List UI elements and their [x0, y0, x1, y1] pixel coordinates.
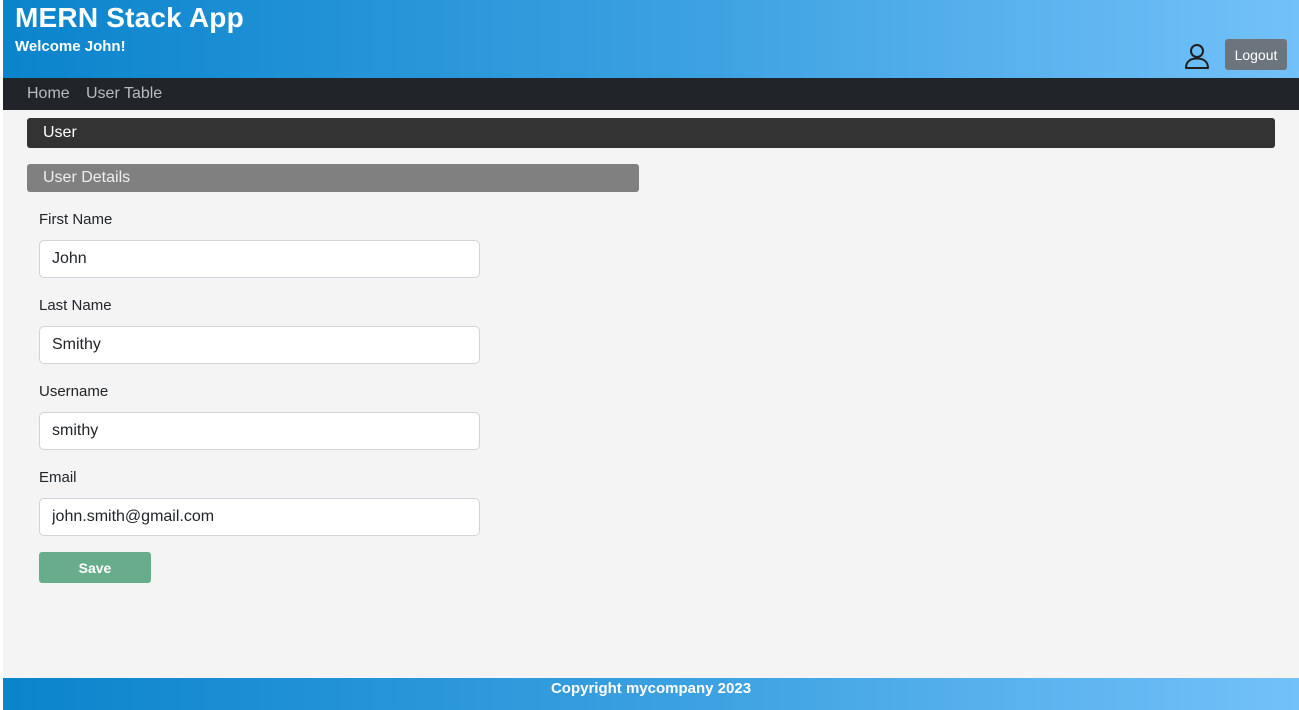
navbar: Home User Table — [3, 78, 1299, 110]
first-name-input[interactable] — [39, 240, 480, 278]
logout-button[interactable]: Logout — [1225, 39, 1287, 70]
welcome-message: Welcome John! — [15, 38, 126, 55]
email-input[interactable] — [39, 498, 480, 536]
first-name-label: First Name — [39, 211, 113, 228]
nav-link-user-table[interactable]: User Table — [86, 85, 162, 103]
page: MERN Stack App Welcome John! Logout Home… — [3, 0, 1299, 710]
email-label: Email — [39, 469, 77, 486]
header: MERN Stack App Welcome John! Logout — [3, 0, 1299, 78]
last-name-label: Last Name — [39, 297, 112, 314]
app-title: MERN Stack App — [15, 2, 244, 33]
user-icon[interactable] — [1183, 42, 1211, 70]
last-name-input[interactable] — [39, 326, 480, 364]
user-section-header: User — [27, 118, 1275, 148]
username-input[interactable] — [39, 412, 480, 450]
nav-link-home[interactable]: Home — [27, 85, 70, 103]
username-label: Username — [39, 383, 109, 400]
user-details-header: User Details — [27, 164, 639, 192]
save-button[interactable]: Save — [39, 552, 151, 583]
user-section-title: User — [43, 124, 77, 141]
footer: Copyright mycompany 2023 — [3, 678, 1299, 710]
copyright-text: Copyright mycompany 2023 — [550, 680, 752, 697]
user-details-title: User Details — [43, 169, 131, 186]
